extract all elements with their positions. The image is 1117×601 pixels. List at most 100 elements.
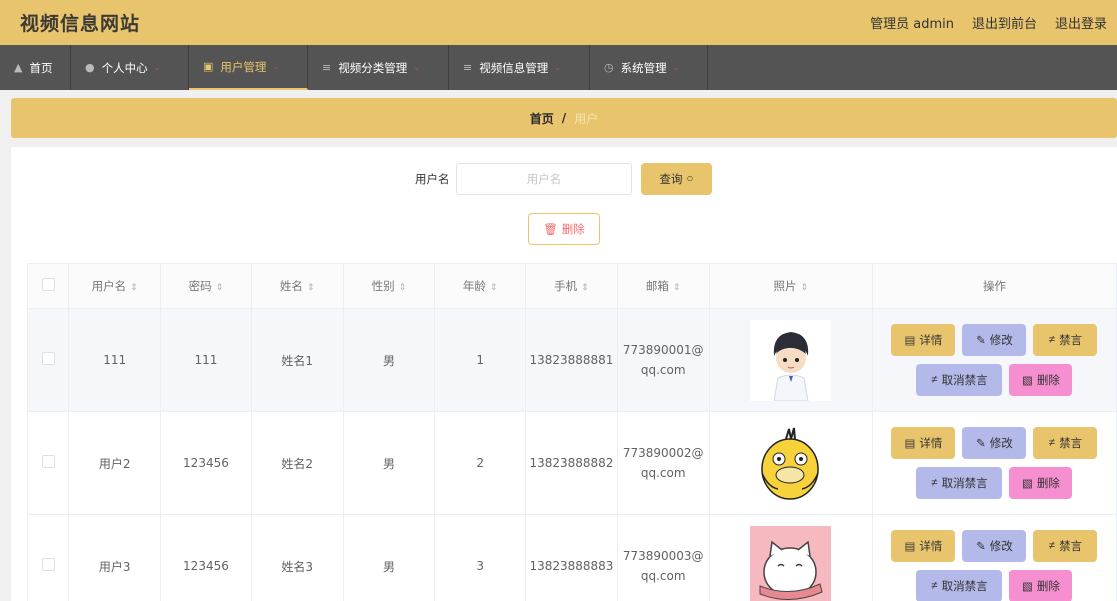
breadcrumb-separator: / [561, 111, 567, 125]
mute-icon: ≠ [1048, 334, 1056, 346]
cell-email: 773890003@ qq.com [616, 514, 710, 601]
cell-phone: 13823888881 [525, 308, 618, 412]
cell-username: 111 [68, 308, 162, 412]
cell-gender: 男 [342, 411, 436, 515]
row-select-cell[interactable] [26, 514, 70, 601]
pencil-icon: ✎ [976, 438, 986, 450]
sort-icon[interactable]: ⇕ [490, 283, 498, 293]
top-right-links: 管理员 admin 退出到前台 退出登录 [870, 13, 1107, 32]
sort-icon[interactable]: ⇕ [216, 283, 224, 293]
sort-icon[interactable]: ⇕ [130, 283, 138, 293]
avatar-duck-photo[interactable] [750, 422, 832, 504]
column-header-label: 邮箱 [645, 279, 669, 293]
detail-label: 详情 [919, 541, 943, 553]
edit-button[interactable]: ✎ 修改 [962, 530, 1027, 562]
column-header[interactable]: 手机 ⇕ [525, 263, 618, 309]
detail-button[interactable]: ▤ 详情 [891, 324, 956, 356]
cell-age: 1 [434, 308, 527, 412]
delete-label: 删除 [1036, 375, 1060, 387]
nav-item-video-info[interactable]: ≡ 视频信息管理 ⌄ [449, 45, 590, 90]
column-header[interactable]: 照片 ⇕ [708, 263, 873, 309]
cell-email: 773890001@ qq.com [616, 308, 710, 412]
main-nav: ▲ 首页 ● 个人中心 ⌄ ▣ 用户管理 ⌄ ≡ 视频分类管理 ⌄ ≡ 视频信息… [0, 45, 1117, 90]
search-button[interactable]: 查询 ○ [641, 163, 712, 195]
sort-icon[interactable]: ⇕ [581, 283, 589, 293]
delete-button[interactable]: ▧ 删除 [1009, 467, 1073, 499]
nav-label: 首页 [29, 60, 53, 75]
sliders-icon: ≡ [322, 61, 332, 74]
column-header-label: 操作 [982, 279, 1006, 293]
breadcrumb-home[interactable]: 首页 [530, 110, 554, 127]
mute-label: 禁言 [1059, 438, 1083, 450]
cell-password: 123456 [160, 514, 252, 601]
batch-delete-button[interactable]: 🗑 删除 [528, 213, 600, 245]
mute-icon: ≠ [1048, 540, 1056, 552]
nav-item-system[interactable]: ◷ 系统管理 ⌄ [590, 45, 708, 90]
detail-label: 详情 [919, 438, 943, 450]
chevron-down-icon: ⌄ [554, 63, 561, 72]
cell-phone: 13823888882 [525, 411, 618, 515]
detail-button[interactable]: ▤ 详情 [891, 427, 956, 459]
document-icon: ▤ [904, 541, 916, 553]
column-header[interactable]: 密码 ⇕ [160, 263, 252, 309]
column-header-label: 性别 [371, 279, 395, 293]
unmute-icon: ≠ [931, 374, 938, 386]
column-header-label: 手机 [554, 279, 578, 293]
edit-button[interactable]: ✎ 修改 [962, 427, 1027, 459]
email-domain: qq.com [640, 363, 686, 377]
unmute-button[interactable]: ≠ 取消禁言 [916, 570, 1003, 601]
back-to-front-link[interactable]: 退出到前台 [972, 13, 1037, 32]
logout-link[interactable]: 退出登录 [1055, 13, 1107, 32]
column-header[interactable]: 年龄 ⇕ [434, 263, 527, 309]
column-header-label: 姓名 [279, 279, 303, 293]
unmute-icon: ≠ [931, 580, 938, 592]
document-icon: ▤ [904, 438, 916, 450]
nav-item-personal[interactable]: ● 个人中心 ⌄ [71, 45, 189, 90]
column-header[interactable]: 邮箱 ⇕ [616, 263, 710, 309]
avatar-boy-photo[interactable] [750, 319, 832, 401]
site-title: 视频信息网站 [20, 13, 141, 35]
sort-icon[interactable]: ⇕ [399, 283, 407, 293]
column-header[interactable]: 用户名 ⇕ [68, 263, 162, 309]
home-icon: ▲ [14, 61, 23, 74]
avatar-cat-photo[interactable] [750, 525, 832, 601]
row-checkbox[interactable] [41, 352, 55, 365]
unmute-label: 取消禁言 [941, 375, 988, 387]
nav-item-category[interactable]: ≡ 视频分类管理 ⌄ [308, 45, 449, 90]
cell-email: 773890002@ qq.com [616, 411, 710, 515]
detail-button[interactable]: ▤ 详情 [891, 530, 956, 562]
column-header[interactable]: 姓名 ⇕ [250, 263, 344, 309]
mute-label: 禁言 [1059, 335, 1083, 347]
cell-name: 姓名1 [250, 308, 344, 412]
select-all-cell[interactable] [26, 263, 70, 309]
email-domain: qq.com [640, 466, 686, 480]
mute-button[interactable]: ≠ 禁言 [1033, 530, 1098, 562]
sort-icon[interactable]: ⇕ [800, 283, 808, 293]
card-icon: ▣ [203, 60, 214, 73]
column-header[interactable]: 性别 ⇕ [342, 263, 436, 309]
mute-button[interactable]: ≠ 禁言 [1033, 324, 1098, 356]
unmute-button[interactable]: ≠ 取消禁言 [916, 467, 1003, 499]
row-select-cell[interactable] [26, 308, 70, 412]
cell-age: 3 [434, 514, 527, 601]
email-user: 773890001@ [622, 343, 704, 357]
row-checkbox[interactable] [41, 455, 55, 468]
edit-label: 修改 [989, 335, 1013, 347]
cell-gender: 男 [342, 514, 436, 601]
unmute-label: 取消禁言 [941, 581, 988, 593]
select-all-checkbox[interactable] [41, 278, 55, 291]
delete-button[interactable]: ▧ 删除 [1009, 364, 1073, 396]
nav-item-user-management[interactable]: ▣ 用户管理 ⌄ [189, 45, 308, 90]
row-select-cell[interactable] [26, 411, 70, 515]
username-search-input[interactable] [456, 163, 632, 195]
nav-item-home[interactable]: ▲ 首页 [0, 45, 71, 90]
mute-button[interactable]: ≠ 禁言 [1033, 427, 1098, 459]
search-bar: 用户名 查询 ○ [11, 163, 1117, 195]
sort-icon[interactable]: ⇕ [673, 283, 681, 293]
edit-button[interactable]: ✎ 修改 [962, 324, 1027, 356]
delete-button[interactable]: ▧ 删除 [1009, 570, 1073, 601]
sort-icon[interactable]: ⇕ [307, 283, 315, 293]
unmute-button[interactable]: ≠ 取消禁言 [916, 364, 1003, 396]
nav-label: 视频信息管理 [479, 60, 549, 75]
row-checkbox[interactable] [41, 558, 55, 571]
